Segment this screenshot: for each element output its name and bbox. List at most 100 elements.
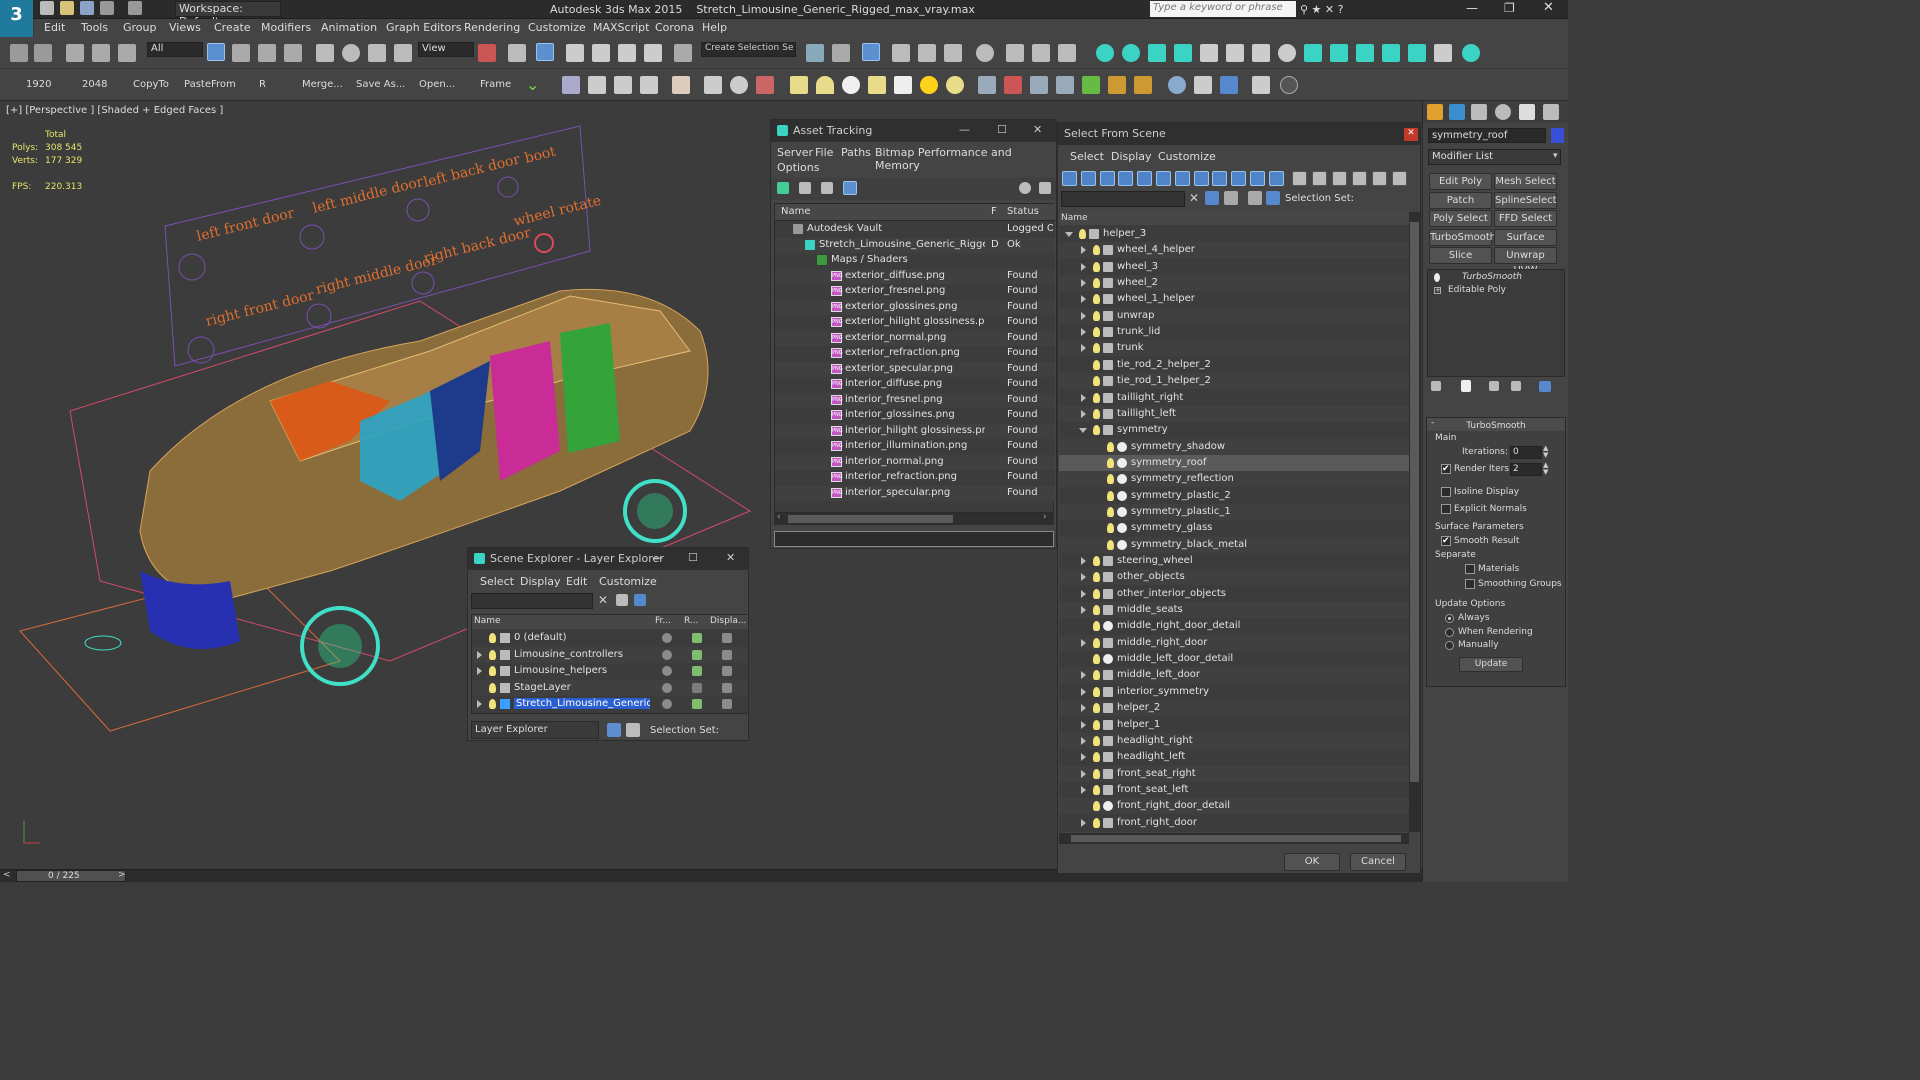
scene-row[interactable]: wheel_3 — [1059, 258, 1409, 275]
display-box-icon[interactable] — [722, 649, 732, 660]
save-as-button[interactable]: Save As... — [356, 79, 405, 90]
asset-row[interactable]: PNG interior_hilight glossiness.png Found — [775, 423, 1055, 439]
poly-select-button[interactable]: Poly Select — [1429, 210, 1492, 227]
redo-icon[interactable] — [34, 44, 52, 62]
surface-select-button[interactable]: Surface Select — [1494, 229, 1557, 258]
container-filter-icon[interactable] — [1231, 171, 1247, 186]
object-color-swatch[interactable] — [1551, 128, 1564, 143]
asset-row[interactable]: Maps / Shaders — [775, 253, 1055, 268]
vray-light-icon[interactable] — [1330, 44, 1348, 62]
curve-editor-icon[interactable] — [918, 44, 936, 62]
displace-icon[interactable] — [1004, 76, 1022, 94]
save-file-icon[interactable] — [80, 1, 94, 15]
scene-row[interactable]: other_objects — [1059, 569, 1409, 586]
visibility-bulb-icon[interactable] — [1093, 278, 1100, 289]
explicit-normals-checkbox[interactable] — [1441, 504, 1451, 514]
frozen-filter-icon[interactable] — [1250, 171, 1265, 186]
hair-icon[interactable] — [1056, 76, 1074, 94]
menu-graph-editors[interactable]: Graph Editors — [386, 21, 462, 34]
vray-options-icon[interactable] — [1408, 44, 1426, 62]
scene-row[interactable]: middle_left_door_detail — [1059, 651, 1409, 668]
menu-tools[interactable]: Tools — [81, 21, 108, 34]
scene-row[interactable]: symmetry_shadow — [1059, 438, 1409, 455]
menu-display[interactable]: Display — [1111, 150, 1152, 163]
expand-arrow-icon[interactable] — [1081, 589, 1086, 598]
ball-icon[interactable] — [1168, 76, 1186, 94]
vray-sphere-icon[interactable] — [1252, 44, 1270, 62]
vray-dome-icon[interactable] — [1356, 44, 1374, 62]
plant-icon[interactable] — [1082, 76, 1100, 94]
redo-icon[interactable] — [128, 1, 142, 15]
rollout-header[interactable]: - TurboSmooth — [1427, 418, 1565, 431]
rendered-frame-icon[interactable] — [1032, 44, 1050, 62]
asset-row[interactable]: PNG exterior_specular.png Found — [775, 361, 1055, 377]
scene-converter-icon[interactable] — [1252, 76, 1270, 94]
scene-row[interactable]: front_seat_left — [1059, 781, 1409, 798]
visibility-bulb-icon[interactable] — [489, 633, 496, 643]
menu-corona[interactable]: Corona — [655, 21, 694, 34]
visibility-bulb-icon[interactable] — [1093, 784, 1100, 795]
visibility-bulb-icon[interactable] — [1107, 490, 1114, 501]
expand-arrow-icon[interactable] — [1081, 736, 1086, 745]
select-by-name-icon[interactable] — [232, 44, 250, 62]
refresh-icon[interactable] — [777, 182, 789, 194]
exposure-icon[interactable] — [730, 76, 748, 94]
scene-row[interactable]: interior_symmetry — [1059, 683, 1409, 700]
scene-row[interactable]: helper_3 — [1059, 226, 1409, 242]
ctrl-boot[interactable] — [497, 176, 519, 198]
selection-filter-dropdown[interactable]: All — [147, 42, 203, 57]
visibility-bulb-icon[interactable] — [1093, 245, 1100, 256]
spline-select-button[interactable]: SplineSelect — [1494, 192, 1557, 209]
spacewarp-filter-icon[interactable] — [1156, 171, 1171, 186]
visibility-bulb-icon[interactable] — [1093, 310, 1100, 321]
sun-icon[interactable] — [1122, 44, 1140, 62]
vray-proxy-icon[interactable] — [1174, 44, 1192, 62]
expand-arrow-icon[interactable] — [477, 667, 482, 675]
visibility-bulb-icon[interactable] — [1093, 408, 1100, 419]
menu-help[interactable]: Help — [702, 21, 727, 34]
help-icon[interactable] — [1019, 182, 1031, 194]
scene-row[interactable]: symmetry_plastic_2 — [1059, 487, 1409, 504]
smoothing-groups-checkbox[interactable] — [1465, 579, 1475, 589]
patch-select-button[interactable]: Patch Select — [1429, 192, 1492, 221]
display-tab-icon[interactable] — [1519, 104, 1535, 120]
col-frozen[interactable]: Fr... — [655, 616, 671, 626]
expand-plus-icon[interactable]: + — [1434, 287, 1441, 294]
mirror-icon[interactable] — [806, 44, 824, 62]
scene-row[interactable]: symmetry_reflection — [1059, 471, 1409, 488]
omni-light-icon[interactable] — [946, 76, 964, 94]
visibility-bulb-icon[interactable] — [489, 666, 496, 676]
close-button[interactable]: ✕ — [726, 551, 735, 564]
preset-1920-button[interactable]: 1920 — [26, 79, 51, 90]
asset-row[interactable]: PNG exterior_hilight glossiness.png Found — [775, 315, 1055, 330]
menu-edit[interactable]: Edit — [566, 575, 587, 588]
filter-options-icon[interactable] — [1352, 171, 1367, 186]
hidden-filter-icon[interactable] — [1268, 171, 1284, 186]
placement-icon[interactable] — [394, 44, 412, 62]
visibility-bulb-icon[interactable] — [1107, 539, 1114, 550]
hierarchy-icon[interactable] — [626, 723, 640, 737]
visibility-bulb-icon[interactable] — [1093, 556, 1100, 566]
angle-snap-icon[interactable] — [592, 44, 610, 62]
scroll-right-icon[interactable]: › — [1043, 512, 1047, 522]
teapot-object-icon[interactable] — [868, 76, 886, 94]
asset-row[interactable]: PNG interior_fresnel.png Found — [775, 392, 1055, 408]
expand-arrow-icon[interactable] — [1081, 687, 1086, 696]
close-button[interactable]: ✕ — [1543, 0, 1554, 15]
modifier-list-dropdown[interactable]: Modifier List — [1428, 149, 1561, 165]
collapse-icon[interactable]: - — [1431, 418, 1434, 428]
collapse-arrow-icon[interactable] — [1079, 428, 1087, 434]
vray-physical-camera-icon[interactable] — [1382, 44, 1400, 62]
col-display[interactable]: Displa... — [710, 616, 746, 626]
ribbon-icon[interactable] — [892, 44, 910, 62]
scene-row[interactable]: helper_1 — [1059, 716, 1409, 733]
hierarchy-tab-icon[interactable] — [1471, 104, 1487, 120]
visibility-bulb-icon[interactable] — [1093, 768, 1100, 779]
asset-row[interactable]: PNG interior_diffuse.png Found — [775, 377, 1055, 392]
expand-arrow-icon[interactable] — [1081, 344, 1086, 353]
reference-coordinate-dropdown[interactable]: View — [418, 42, 474, 57]
scene-row[interactable]: middle_seats — [1059, 602, 1409, 619]
visibility-bulb-icon[interactable] — [1093, 588, 1100, 599]
expand-arrow-icon[interactable] — [1081, 769, 1086, 778]
menu-animation[interactable]: Animation — [321, 21, 377, 34]
